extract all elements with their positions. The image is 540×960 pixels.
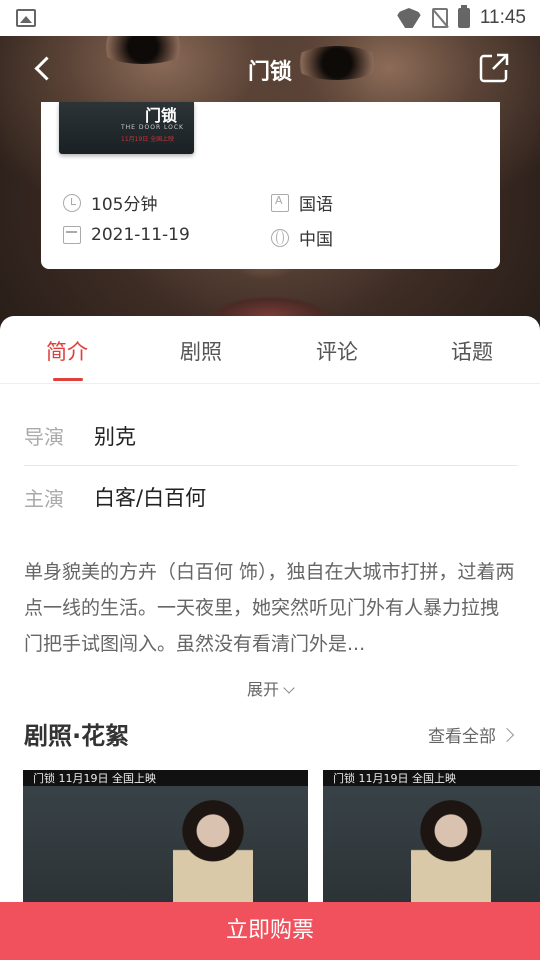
clock-icon xyxy=(63,193,81,212)
image-notification-icon xyxy=(16,9,36,27)
release-date-value: 2021-11-19 xyxy=(91,225,190,245)
buy-ticket-button[interactable]: 立即购票 xyxy=(0,902,540,960)
movie-info-card: 门锁 THE DOOR LOCK 11月19日 全国上映 105分钟 国语 20… xyxy=(41,102,500,269)
poster-release-note: 11月19日 全国上映 xyxy=(121,136,175,143)
status-time: 11:45 xyxy=(479,7,526,28)
release-date-meta: 2021-11-19 xyxy=(63,225,190,245)
director-label: 导演 xyxy=(24,425,64,449)
language-value: 国语 xyxy=(299,195,333,215)
director-row: 导演 别克 xyxy=(24,406,518,466)
duration-value: 105分钟 xyxy=(91,195,158,215)
expand-button[interactable]: 展开 xyxy=(0,676,540,700)
view-all-button[interactable]: 查看全部 xyxy=(428,722,515,747)
top-nav: 门锁 xyxy=(0,36,540,102)
detail-sheet: 简介 剧照 评论 话题 导演 别克 主演 白客/白百何 单身貌美的方卉（白百何 … xyxy=(0,316,540,960)
active-tab-indicator xyxy=(53,378,83,381)
status-bar: 11:45 xyxy=(0,0,540,36)
tab-stills[interactable]: 剧照 xyxy=(180,336,222,366)
tab-topics[interactable]: 话题 xyxy=(451,336,493,366)
page-title: 门锁 xyxy=(247,60,292,85)
battery-charging-icon xyxy=(457,5,470,28)
region-meta: 中国 xyxy=(271,225,333,250)
stills-section-title: 剧照·花絮 xyxy=(24,722,130,750)
tab-intro[interactable]: 简介 xyxy=(46,336,88,366)
still-figure xyxy=(411,800,491,910)
cast-row: 主演 白客/白百何 xyxy=(24,467,518,527)
tab-bar: 简介 剧照 评论 话题 xyxy=(0,316,540,384)
region-value: 中国 xyxy=(299,230,333,250)
still-thumbnail[interactable]: 门锁 11月19日 全国上映 xyxy=(323,770,540,910)
view-all-label: 查看全部 xyxy=(428,727,496,747)
language-icon xyxy=(271,193,289,212)
synopsis-text: 单身貌美的方卉（白百何 饰），独自在大城市打拼，过着两点一线的生活。一天夜里，她… xyxy=(24,561,515,655)
still-caption: 门锁 11月19日 全国上映 xyxy=(333,772,456,785)
chevron-right-icon xyxy=(499,727,515,742)
director-name[interactable]: 别克 xyxy=(94,421,136,451)
poster-subtitle: THE DOOR LOCK xyxy=(121,124,184,131)
language-meta: 国语 xyxy=(271,190,333,215)
globe-icon xyxy=(271,228,289,247)
expand-label: 展开 xyxy=(246,680,279,699)
movie-poster[interactable]: 门锁 THE DOOR LOCK 11月19日 全国上映 xyxy=(59,102,194,154)
duration-meta: 105分钟 xyxy=(63,190,157,215)
cast-names[interactable]: 白客/白百何 xyxy=(94,482,206,512)
still-thumbnail[interactable]: 门锁 11月19日 全国上映 xyxy=(23,770,308,910)
cast-label: 主演 xyxy=(24,486,64,511)
still-figure xyxy=(173,800,253,910)
share-icon xyxy=(479,53,509,83)
share-button[interactable] xyxy=(478,52,510,84)
still-caption: 门锁 11月19日 全国上映 xyxy=(33,772,156,785)
poster-title: 门锁 xyxy=(145,106,178,125)
wifi-icon xyxy=(396,8,422,28)
tab-comments[interactable]: 评论 xyxy=(316,336,358,366)
chevron-down-icon xyxy=(283,682,295,694)
calendar-icon xyxy=(63,226,81,244)
no-sim-icon xyxy=(431,8,448,28)
